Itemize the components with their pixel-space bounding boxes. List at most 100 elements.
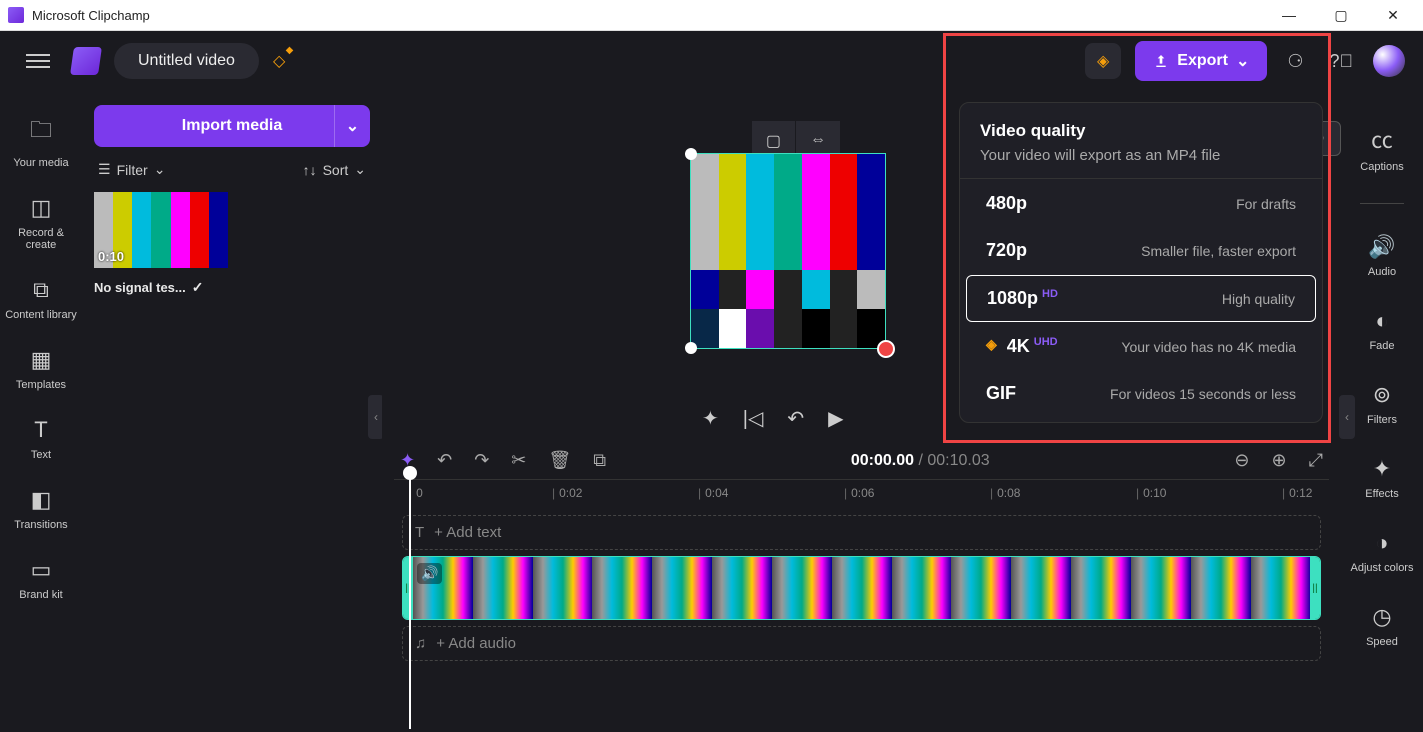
preview-canvas[interactable] [690, 153, 886, 349]
filter-button[interactable]: ☰Filter⌄ [98, 161, 165, 178]
filter-sort-row: ☰Filter⌄ ↑↓Sort⌄ [98, 161, 366, 178]
clip-duration: 0:10 [98, 249, 124, 264]
camera-icon: ◫ [31, 195, 52, 221]
clipchamp-logo [70, 47, 102, 75]
timeline-ruler[interactable]: 00:020:040:060:080:100:12 [394, 479, 1329, 509]
collapse-right-panel-button[interactable]: ‹ [1339, 395, 1355, 439]
app-name: Microsoft Clipchamp [32, 8, 1275, 23]
sort-button[interactable]: ↑↓Sort⌄ [303, 161, 366, 178]
sidebar-label: Speed [1366, 636, 1398, 648]
captions-icon: ㏄ [1371, 123, 1393, 155]
delete-button[interactable]: 🗑 [548, 450, 571, 471]
zoom-in-button[interactable]: ⊕ [1272, 450, 1287, 471]
clip-handle-left[interactable]: || [403, 557, 413, 619]
minimize-button[interactable]: — [1275, 7, 1303, 24]
import-media-button[interactable]: Import media ⌄ [94, 105, 370, 147]
dropdown-subtitle: Your video will export as an MP4 file [980, 147, 1302, 164]
audio-track[interactable]: ♫+ Add audio [402, 626, 1321, 661]
brand-icon: ▭ [31, 557, 52, 583]
chevron-down-icon: ⌄ [346, 116, 359, 136]
dropdown-title: Video quality [980, 121, 1302, 141]
import-dropdown-button[interactable]: ⌄ [334, 105, 370, 147]
media-panel: Import media ⌄ ☰Filter⌄ ↑↓Sort⌄ 0:10 No … [82, 91, 382, 732]
menu-button[interactable] [18, 46, 58, 76]
quality-label: GIF [986, 383, 1016, 404]
quality-option-1080p[interactable]: 1080pHD High quality [966, 275, 1316, 322]
resize-handle-bl[interactable] [685, 342, 697, 354]
quality-desc: Your video has no 4K media [1121, 339, 1296, 355]
quality-option-480p[interactable]: 480pFor drafts [966, 181, 1316, 226]
quality-option-gif[interactable]: GIF For videos 15 seconds or less [966, 371, 1316, 416]
sidebar-label: Effects [1365, 488, 1398, 500]
premium-badge-icon[interactable]: ◇◆ [273, 51, 285, 71]
quality-option-4k[interactable]: ◈4KUHDYour video has no 4K media [966, 324, 1316, 369]
help-icon[interactable]: ?⃝ [1323, 45, 1359, 78]
clip-handle-right[interactable]: || [1310, 557, 1320, 619]
play-button[interactable]: ▶ [828, 406, 843, 431]
sidebar-text[interactable]: TText [27, 413, 55, 465]
timeline-toolbar: ✦ ↶ ↷ ✂ 🗑 ⧉ 00:00.00 / 00:10.03 ⊖ ⊕ ⤢ [382, 442, 1341, 479]
ruler-tick: 0:04 [698, 486, 728, 500]
fade-icon: ◐ [1375, 308, 1388, 334]
transitions-icon: ◧ [31, 487, 52, 513]
quality-option-720p[interactable]: 720pSmaller file, faster export [966, 228, 1316, 273]
current-time: 00:00.00 [851, 452, 914, 469]
ruler-tick: 0:06 [844, 486, 874, 500]
ruler-tick: 0:08 [990, 486, 1020, 500]
sidebar-audio[interactable]: 🔊Audio [1364, 230, 1400, 282]
copy-button[interactable]: ⧉ [593, 450, 606, 471]
playhead[interactable] [409, 474, 411, 729]
quality-label: 1080pHD [987, 288, 1058, 309]
sidebar-effects[interactable]: ✦Effects [1361, 452, 1402, 504]
rewind-button[interactable]: ↶ [787, 406, 804, 431]
export-button[interactable]: Export ⌄ [1135, 41, 1267, 81]
record-indicator-icon [877, 340, 895, 358]
effects-toggle-icon[interactable]: ✦ [702, 406, 719, 431]
upgrade-button[interactable]: ◈ [1085, 43, 1121, 79]
sidebar-your-media[interactable]: 🗀Your media [9, 109, 72, 173]
sidebar-label: Record & create [4, 227, 78, 251]
maximize-button[interactable]: ▢ [1327, 7, 1355, 24]
zoom-out-button[interactable]: ⊖ [1234, 450, 1249, 471]
sidebar-captions[interactable]: ㏄Captions [1356, 119, 1407, 177]
sidebar-adjust-colors[interactable]: ◑ Adjust colors [1347, 526, 1418, 578]
add-audio-label: + Add audio [436, 635, 516, 652]
quality-desc: High quality [1222, 291, 1295, 307]
sidebar-transitions[interactable]: ◧ Transitions [10, 483, 71, 535]
quality-label: 720p [986, 240, 1027, 261]
ruler-tick: 0:02 [552, 486, 582, 500]
sidebar-record-create[interactable]: ◫ Record & create [0, 191, 82, 255]
fit-timeline-button[interactable]: ⤢ [1309, 450, 1323, 471]
video-clip[interactable]: || 🔊 || [402, 556, 1321, 620]
adjust-colors-icon: ◑ [1375, 530, 1388, 556]
redo-button[interactable]: ↷ [474, 450, 489, 471]
project-title[interactable]: Untitled video [114, 43, 259, 79]
transport-controls: ✦ |◁ ↶ ▶ [702, 406, 844, 431]
sidebar-speed[interactable]: ◷Speed [1362, 600, 1402, 652]
close-button[interactable]: ✕ [1379, 7, 1407, 24]
sidebar-templates[interactable]: ▦Templates [12, 343, 70, 395]
sidebar-label: Adjust colors [1351, 562, 1414, 574]
undo-button[interactable]: ↶ [437, 450, 452, 471]
user-avatar[interactable] [1373, 45, 1405, 77]
library-icon: ⧉ [33, 277, 49, 303]
sidebar-label: Brand kit [19, 589, 62, 601]
sidebar-content-library[interactable]: ⧉Content library [1, 273, 81, 325]
sidebar-label: Transitions [14, 519, 67, 531]
sidebar-filters[interactable]: ⊚Filters [1363, 378, 1401, 430]
split-button[interactable]: ✂ [511, 450, 526, 471]
ruler-tick: 0:12 [1282, 486, 1312, 500]
feedback-icon[interactable]: ⚆ [1281, 45, 1309, 78]
quality-label: 480p [986, 193, 1027, 214]
audio-icon[interactable]: 🔊 [417, 563, 442, 584]
resize-handle-tl[interactable] [685, 148, 697, 160]
sidebar-brand-kit[interactable]: ▭ Brand kit [15, 553, 66, 605]
media-item[interactable]: 0:10 [94, 192, 228, 268]
dropdown-header: Video quality Your video will export as … [960, 107, 1322, 179]
sidebar-fade[interactable]: ◐Fade [1365, 304, 1398, 356]
skip-back-button[interactable]: |◁ [743, 406, 764, 431]
text-track[interactable]: T+ Add text [402, 515, 1321, 550]
window-controls: — ▢ ✕ [1275, 7, 1407, 24]
quality-desc: For videos 15 seconds or less [1110, 386, 1296, 402]
import-label: Import media [182, 117, 282, 135]
